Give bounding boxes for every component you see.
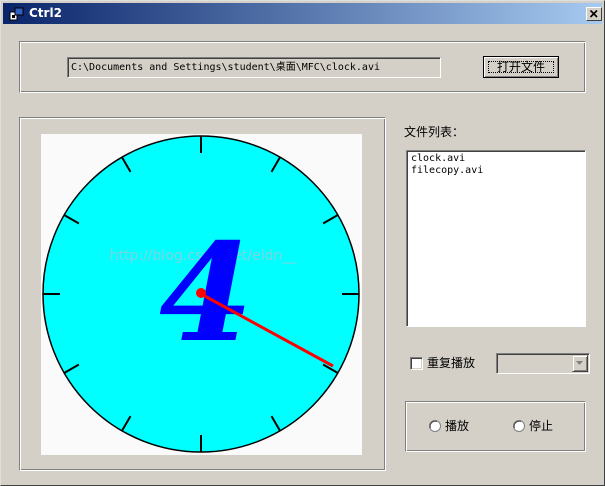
combo-box[interactable] [496,353,590,374]
repeat-label: 重复播放 [427,356,476,370]
play-radio[interactable] [429,420,441,432]
list-item[interactable]: filecopy.avi [411,165,483,177]
close-icon [589,9,598,18]
chevron-down-icon [576,361,583,365]
close-button[interactable] [586,7,602,21]
clock-svg: http://blog.csdn.net/eldn__ 4 [42,135,360,453]
stop-radio[interactable] [513,420,525,432]
clock-canvas: http://blog.csdn.net/eldn__ 4 [41,134,362,455]
play-label: 播放 [445,419,470,433]
open-file-button[interactable]: 打开文件 [483,56,559,78]
main-window: Ctrl2 C:\Documents and Settings\student\… [0,0,605,486]
window-title: Ctrl2 [29,6,62,20]
list-item[interactable]: clock.avi [411,153,465,165]
file-path-field[interactable]: C:\Documents and Settings\student\桌面\MFC… [67,57,441,78]
repeat-checkbox[interactable] [410,357,423,370]
file-list[interactable]: clock.avi filecopy.avi [406,150,586,327]
clock-pivot [196,288,206,298]
clock-numeral: 4 [159,213,253,372]
title-bar[interactable]: Ctrl2 [3,3,602,24]
file-path-text: C:\Documents and Settings\student\桌面\MFC… [71,62,380,73]
file-list-label: 文件列表： [404,125,465,139]
app-icon [9,7,24,21]
stop-label: 停止 [529,419,554,433]
combo-dropdown-button[interactable] [572,355,588,372]
focus-rect [488,61,554,73]
